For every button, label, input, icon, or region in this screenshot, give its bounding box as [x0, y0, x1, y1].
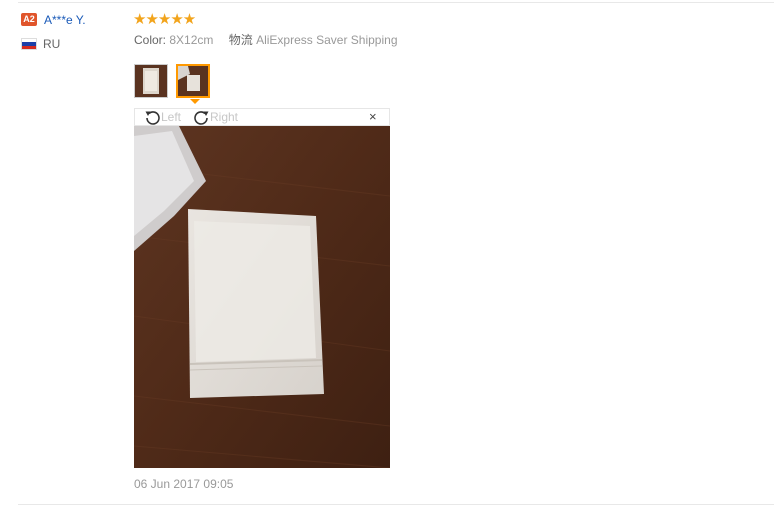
review-photo-thumb-2[interactable] [176, 64, 210, 98]
rotate-right-label: Right [210, 110, 239, 124]
shipping-value: AliExpress Saver Shipping [256, 33, 398, 47]
rotate-left-label: Left [161, 110, 182, 124]
thumb-2-image [178, 66, 208, 96]
shipping-label: 物流 [228, 33, 253, 47]
selected-thumb-pointer [190, 99, 200, 104]
rotate-left-button[interactable]: Left [144, 109, 181, 126]
color-value: 8X12cm [169, 33, 214, 47]
russia-flag-icon [21, 38, 37, 50]
reviewer-name-link[interactable]: A***e Y. [44, 13, 86, 27]
review-photo-large [134, 126, 390, 468]
order-info: Color: 8X12cm 物流 AliExpress Saver Shippi… [134, 33, 398, 47]
rotate-left-icon [145, 111, 160, 126]
buyer-level-badge: A2 [21, 13, 37, 26]
review-photo-image [134, 126, 390, 468]
close-viewer-button[interactable]: × [369, 110, 377, 124]
rotate-right-icon [194, 111, 209, 126]
bottom-divider [18, 504, 774, 505]
review-photo-thumb-1[interactable] [134, 64, 168, 98]
country-code: RU [43, 37, 61, 51]
star-rating: ★★★★★ [133, 11, 196, 28]
rotate-right-button[interactable]: Right [193, 109, 238, 126]
review-date: 06 Jun 2017 09:05 [134, 477, 234, 491]
color-label: Color: [134, 33, 167, 47]
top-divider [18, 2, 774, 3]
thumb-1-image [135, 65, 167, 97]
